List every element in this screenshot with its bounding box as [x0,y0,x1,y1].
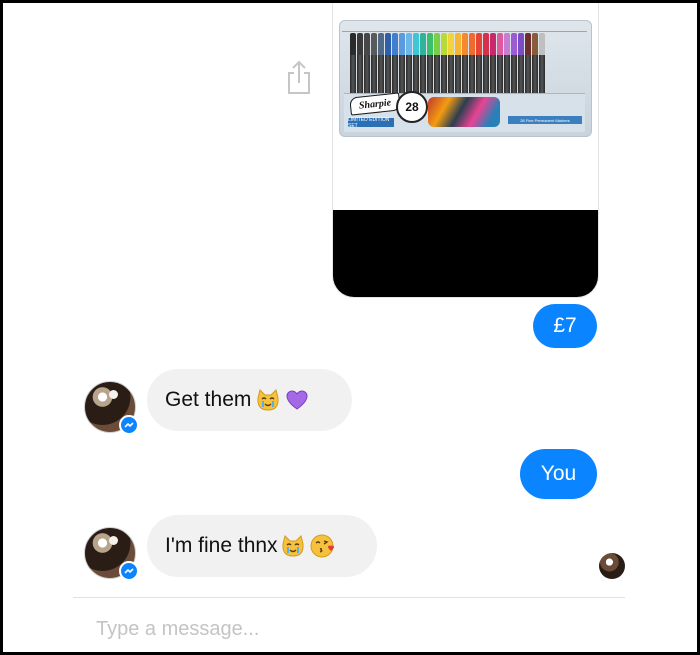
image-message[interactable]: Sharpie 28 LIMITED EDITION SET 28 Fine P… [332,0,599,298]
edition-tag: LIMITED EDITION SET [348,117,394,129]
share-icon [288,60,310,94]
message-text: Get them [165,388,252,411]
message-bubble-incoming[interactable]: I'm fine thnx [147,515,377,577]
messenger-icon [124,422,134,428]
message-bubble-outgoing[interactable]: You [520,449,597,499]
seen-indicator-avatar [599,553,625,579]
message-bubble-incoming[interactable]: Get them [147,369,352,431]
kissing-face-icon [310,534,334,558]
message-text: £7 [553,314,577,337]
messenger-badge [119,561,139,581]
pack-caption: 28 Fine Permanent Markers [508,116,582,124]
count-badge: 28 [396,91,428,123]
messenger-icon [124,568,134,574]
message-text: I'm fine thnx [165,534,278,557]
pack-hanger [342,25,587,32]
marker-pack-photo: Sharpie 28 LIMITED EDITION SET 28 Fine P… [339,20,592,137]
message-input[interactable] [96,614,616,644]
crying-cat-icon [282,535,304,557]
image-dark-area [333,210,598,297]
composer-divider [73,597,625,598]
message-text: You [540,462,577,485]
messenger-badge [119,415,139,435]
share-button[interactable] [282,57,316,97]
purple-heart-icon [286,390,308,410]
crying-cat-icon [257,389,279,411]
message-bubble-outgoing[interactable]: £7 [533,304,597,348]
pack-artwork [428,97,500,127]
